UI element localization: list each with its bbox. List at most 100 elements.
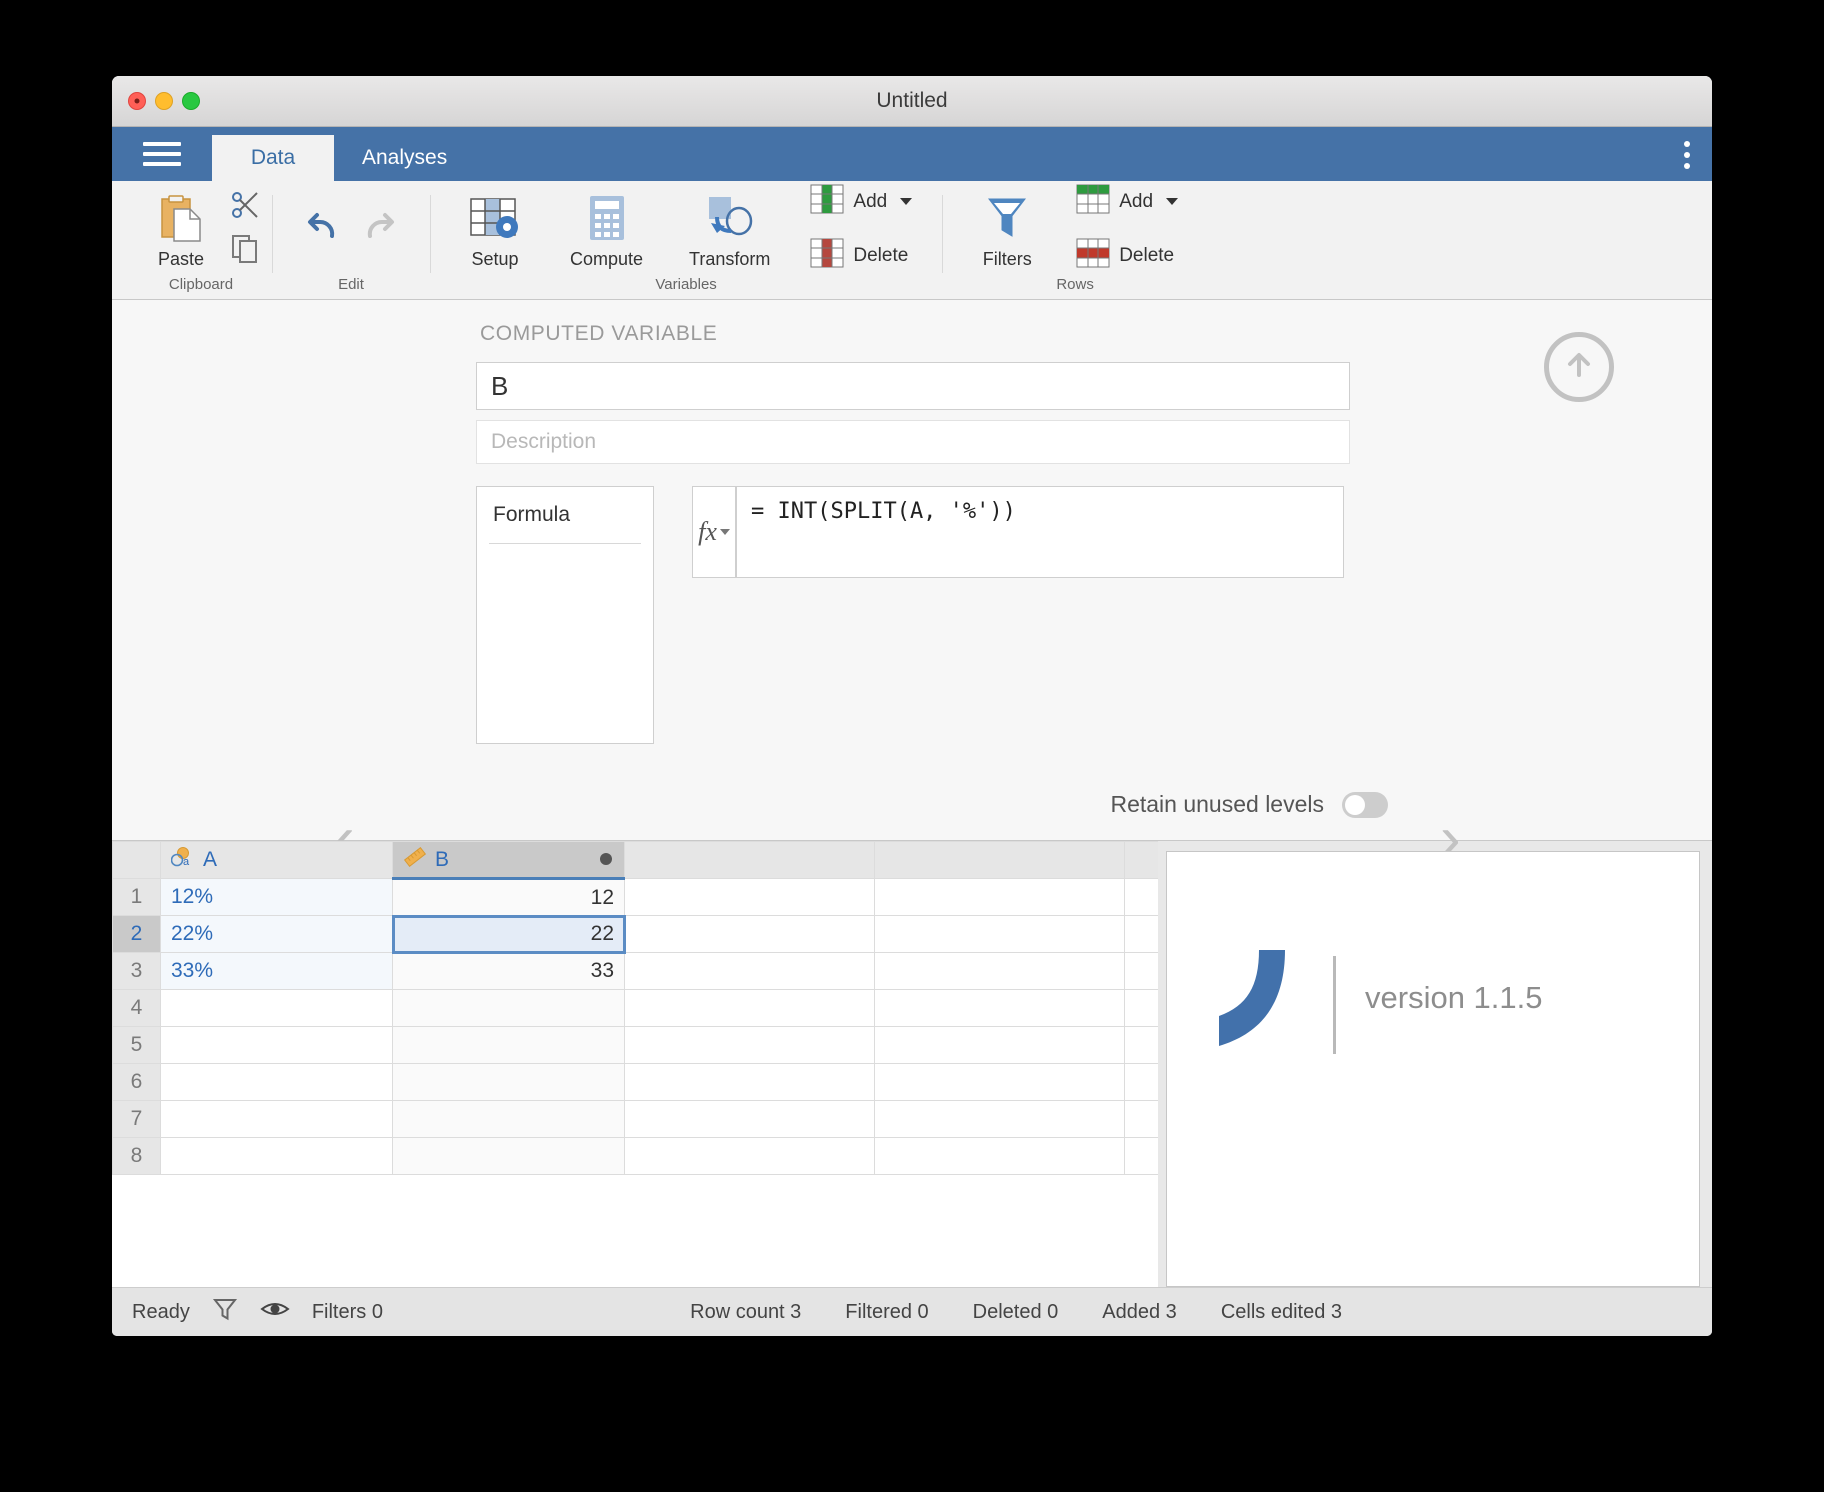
row-header[interactable]: 7 xyxy=(112,1100,161,1138)
funnel-icon[interactable] xyxy=(212,1296,238,1328)
cell-empty[interactable] xyxy=(1124,952,1158,990)
cell-empty[interactable] xyxy=(1124,1063,1158,1101)
grid-corner xyxy=(112,841,161,879)
row-header[interactable]: 8 xyxy=(112,1137,161,1175)
cell-empty[interactable] xyxy=(874,989,1125,1027)
column-header-a[interactable]: a A xyxy=(160,841,393,879)
eye-icon[interactable] xyxy=(260,1296,290,1328)
hamburger-menu-icon[interactable] xyxy=(112,127,212,181)
copy-button[interactable] xyxy=(230,233,260,268)
cell-empty[interactable] xyxy=(1124,1026,1158,1064)
ribbon-group-label-clipboard: Clipboard xyxy=(168,276,234,293)
cell-empty[interactable] xyxy=(1124,878,1158,916)
cell-empty[interactable] xyxy=(874,1100,1125,1138)
column-header-b[interactable]: B xyxy=(392,841,625,880)
paste-button[interactable]: Paste xyxy=(142,187,220,270)
table-row[interactable]: 4 xyxy=(112,989,1158,1027)
more-options-icon[interactable] xyxy=(1684,141,1690,169)
row-header[interactable]: 6 xyxy=(112,1063,161,1101)
chevron-down-icon[interactable] xyxy=(900,198,913,205)
paste-label: Paste xyxy=(157,249,205,269)
row-header[interactable]: 5 xyxy=(112,1026,161,1064)
cut-button[interactable] xyxy=(230,190,260,225)
delete-variable-button[interactable]: Delete xyxy=(806,236,916,276)
cell-a1[interactable]: 12% xyxy=(160,878,393,916)
formula-list[interactable]: Formula xyxy=(476,486,654,744)
app-window: Untitled Data Analyses Paste Clipboard E… xyxy=(112,76,1712,1336)
table-row[interactable]: 6 xyxy=(112,1063,1158,1101)
table-row[interactable]: 5 xyxy=(112,1026,1158,1064)
add-row-button[interactable]: Add xyxy=(1072,182,1182,222)
filters-button[interactable]: Filters xyxy=(968,187,1046,270)
cell-empty[interactable] xyxy=(624,1026,875,1064)
cell-empty[interactable] xyxy=(874,1063,1125,1101)
formula-input[interactable]: = INT(SPLIT(A, '%')) xyxy=(736,486,1344,578)
row-header[interactable]: 2 xyxy=(112,915,161,953)
retain-unused-levels-row: Retain unused levels xyxy=(1110,791,1388,818)
copy-icon xyxy=(230,233,260,268)
row-header[interactable]: 3 xyxy=(112,952,161,990)
cell-empty[interactable] xyxy=(392,1100,625,1138)
cell-empty[interactable] xyxy=(624,1100,875,1138)
column-header-empty[interactable] xyxy=(624,841,875,879)
add-variable-button[interactable]: Add xyxy=(806,182,916,222)
transform-button[interactable]: Transform xyxy=(679,187,780,270)
table-row[interactable]: 2 22% 22 xyxy=(112,914,1158,954)
ribbon-group-label-edit: Edit xyxy=(338,276,364,293)
row-header[interactable]: 1 xyxy=(112,878,161,916)
cell-empty[interactable] xyxy=(874,952,1125,990)
column-header-empty[interactable] xyxy=(1124,841,1158,879)
compute-button[interactable]: Compute xyxy=(560,187,653,270)
formula-list-item[interactable]: Formula xyxy=(477,503,653,543)
variable-name-input[interactable]: B xyxy=(476,362,1350,410)
data-grid[interactable]: a A B 1 12% 12 2 22% 22 3 33% 33 4 5 6 7… xyxy=(112,841,1158,1287)
cell-empty[interactable] xyxy=(624,1063,875,1101)
collapse-editor-button[interactable] xyxy=(1544,332,1614,402)
chevron-down-icon[interactable] xyxy=(1166,198,1179,205)
tab-data[interactable]: Data xyxy=(212,135,334,181)
cell-empty[interactable] xyxy=(874,915,1125,953)
cell-empty[interactable] xyxy=(624,989,875,1027)
cell-empty[interactable] xyxy=(160,1026,393,1064)
table-row[interactable]: 7 xyxy=(112,1100,1158,1138)
cell-empty[interactable] xyxy=(624,952,875,990)
cell-empty[interactable] xyxy=(1124,1137,1158,1175)
redo-button[interactable] xyxy=(358,204,402,253)
cell-empty[interactable] xyxy=(624,878,875,916)
status-cells-edited: Cells edited 3 xyxy=(1220,1300,1342,1323)
delete-row-button[interactable]: Delete xyxy=(1072,236,1182,276)
cell-empty[interactable] xyxy=(874,1026,1125,1064)
table-row[interactable]: 3 33% 33 xyxy=(112,952,1158,990)
retain-unused-levels-toggle[interactable] xyxy=(1342,791,1388,818)
cell-empty[interactable] xyxy=(160,1100,393,1138)
cell-b1[interactable]: 12 xyxy=(392,878,625,916)
cell-empty[interactable] xyxy=(392,989,625,1027)
undo-button[interactable] xyxy=(300,204,344,253)
cell-a3[interactable]: 33% xyxy=(160,952,393,990)
cell-b3[interactable]: 33 xyxy=(392,952,625,990)
scissors-icon xyxy=(230,190,260,225)
cell-empty[interactable] xyxy=(392,1137,625,1175)
cell-a2[interactable]: 22% xyxy=(160,915,393,953)
table-row[interactable]: 1 12% 12 xyxy=(112,878,1158,916)
cell-empty[interactable] xyxy=(160,989,393,1027)
cell-empty[interactable] xyxy=(624,1137,875,1175)
row-header[interactable]: 4 xyxy=(112,989,161,1027)
tab-analyses[interactable]: Analyses xyxy=(334,135,475,181)
setup-button[interactable]: Setup xyxy=(456,187,534,270)
cell-b2[interactable]: 22 xyxy=(391,914,626,954)
cell-empty[interactable] xyxy=(392,1063,625,1101)
fx-dropdown-button[interactable]: fx xyxy=(692,486,736,578)
cell-empty[interactable] xyxy=(874,1137,1125,1175)
cell-empty[interactable] xyxy=(160,1063,393,1101)
cell-empty[interactable] xyxy=(1124,989,1158,1027)
variable-description-input[interactable]: Description xyxy=(476,420,1350,464)
cell-empty[interactable] xyxy=(392,1026,625,1064)
cell-empty[interactable] xyxy=(160,1137,393,1175)
column-header-empty[interactable] xyxy=(874,841,1125,879)
cell-empty[interactable] xyxy=(1124,915,1158,953)
cell-empty[interactable] xyxy=(874,878,1125,916)
table-row[interactable]: 8 xyxy=(112,1137,1158,1175)
cell-empty[interactable] xyxy=(624,915,875,953)
cell-empty[interactable] xyxy=(1124,1100,1158,1138)
